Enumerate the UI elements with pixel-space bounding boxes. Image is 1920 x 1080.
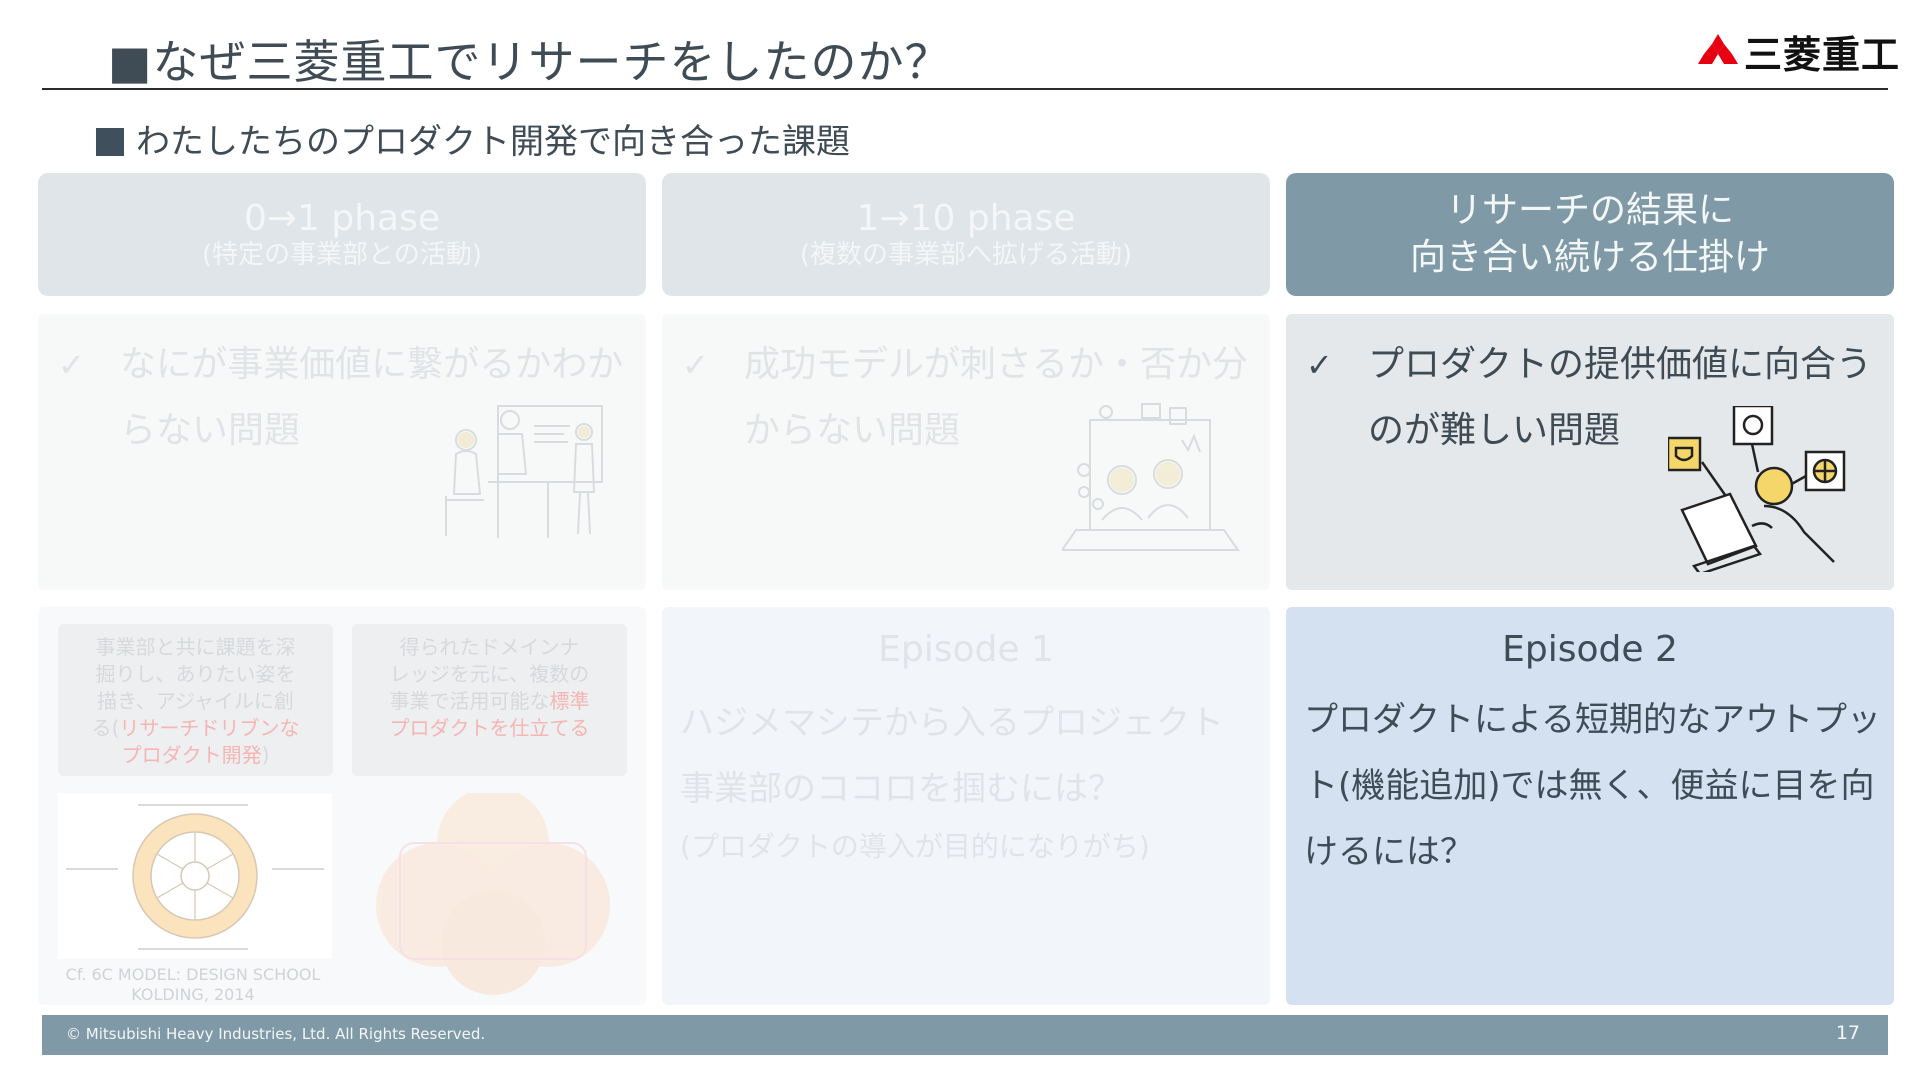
checkmark-icon: ✓	[1306, 346, 1333, 384]
checkmark-icon: ✓	[682, 346, 709, 384]
citation-line: KOLDING, 2014	[131, 985, 255, 1004]
note-line: 描き、アジャイルに創	[97, 689, 294, 713]
note-line: 掘りし、ありたい姿を	[95, 662, 296, 686]
episode-1-card: Episode 1 ハジメマシテから入るプロジェクト 事業部のココロを掴むには？…	[662, 607, 1270, 1005]
company-logo: 三菱重工	[1698, 24, 1900, 79]
note-line: る(リサーチドリブンな	[72, 715, 319, 742]
issue-card-2: ✓ 成功モデルが刺さるか・否か分 からない問題	[662, 314, 1270, 590]
phase-subtitle: (特定の事業部との活動)	[201, 239, 483, 270]
episode-2-card: Episode 2 プロダクトによる短期的なアウトプット(機能追加)では無く、便…	[1286, 607, 1894, 1005]
note-highlight: プロダクト開発	[121, 743, 262, 767]
video-call-illustration	[1062, 403, 1240, 551]
section-subtitle: わたしたちのプロダクト開発で向き合った課題	[96, 114, 850, 163]
issue-text-line1: 成功モデルが刺さるか・否か分	[744, 344, 1249, 385]
episode-body: プロダクトによる短期的なアウトプット(機能追加)では無く、便益に目を向けるには？	[1304, 700, 1881, 872]
issue-card-1: ✓ なにが事業価値に繋がるかわか らない問題	[38, 314, 646, 590]
approach-note-right: 得られたドメインナ レッジを元に、複数の 事業で活用可能な標準 プロダクトを仕立…	[352, 624, 627, 776]
issue-text-line1: プロダクトの提供価値に向合う	[1368, 344, 1873, 385]
page-number: 17	[1835, 1022, 1860, 1044]
copyright-text: © Mitsubishi Heavy Industries, Ltd. All …	[66, 1025, 486, 1043]
issue-card-3: ✓ プロダクトの提供価値に向合う のが難しい問題	[1286, 314, 1894, 590]
subtitle-text: わたしたちのプロダクト開発で向き合った課題	[136, 122, 850, 162]
note-highlight: リサーチドリブンな	[119, 716, 300, 740]
phase-header-research-loop: リサーチの結果に 向き合い続ける仕掛け	[1286, 173, 1894, 296]
note-line: 得られたドメインナ	[399, 635, 580, 659]
episode-line1: ハジメマシテから入るプロジェクト	[680, 703, 1224, 743]
episode-note: (プロダクトの導入が目的になりがち)	[680, 830, 1150, 863]
team-whiteboard-illustration	[445, 405, 603, 538]
square-bullet-icon	[96, 128, 124, 156]
venn-diagram	[376, 793, 610, 995]
phase-title-line2: 向き合い続ける仕掛け	[1409, 236, 1770, 278]
checkmark-icon: ✓	[58, 346, 85, 384]
citation: Cf. 6C MODEL: DESIGN SCHOOL KOLDING, 201…	[56, 965, 330, 1005]
footer-bar: © Mitsubishi Heavy Industries, Ltd. All …	[42, 1015, 1888, 1055]
note-text: )	[261, 743, 270, 767]
logo-text: 三菱重工	[1744, 33, 1901, 77]
issue-text-line1: なにが事業価値に繋がるかわか	[120, 344, 624, 385]
phase-subtitle: (複数の事業部へ拡げる活動)	[799, 239, 1133, 270]
title-divider	[42, 88, 1888, 90]
phase1-detail-card: 事業部と共に課題を深 掘りし、ありたい姿を 描き、アジャイルに創 る(リサーチド…	[38, 607, 646, 1005]
page-title: ■なぜ三菱重工でリサーチをしたのか？	[108, 35, 952, 89]
phase-title-line1: リサーチの結果に	[1445, 189, 1734, 231]
note-text: る(	[91, 716, 120, 740]
phase-header-0to1: 0→1 phase (特定の事業部との活動)	[38, 173, 646, 296]
phase-title: 0→1 phase	[243, 198, 441, 240]
note-line: 事業で活用可能な標準	[366, 688, 613, 715]
developer-laptop-illustration	[1668, 406, 1846, 572]
note-line: レッジを元に、複数の	[389, 662, 590, 686]
note-line: 事業部と共に課題を深	[95, 635, 296, 659]
episode-title: Episode 2	[1502, 629, 1678, 670]
three-diamonds-icon	[1698, 33, 1738, 64]
note-highlight: プロダクトを仕立てる	[389, 716, 590, 740]
episode-line2: 事業部のココロを掴むには？	[680, 769, 1122, 809]
note-line: プロダクト開発)	[72, 742, 319, 769]
approach-note-left: 事業部と共に課題を深 掘りし、ありたい姿を 描き、アジャイルに創 る(リサーチド…	[58, 624, 333, 776]
episode-title: Episode 1	[878, 629, 1054, 670]
phase-title: 1→10 phase	[856, 198, 1076, 240]
phase-header-1to10: 1→10 phase (複数の事業部へ拡げる活動)	[662, 173, 1270, 296]
six-c-model-diagram	[58, 793, 332, 959]
note-text: 事業で活用可能な	[389, 689, 550, 713]
citation-line: Cf. 6C MODEL: DESIGN SCHOOL	[65, 965, 321, 984]
note-highlight: 標準	[549, 689, 590, 713]
